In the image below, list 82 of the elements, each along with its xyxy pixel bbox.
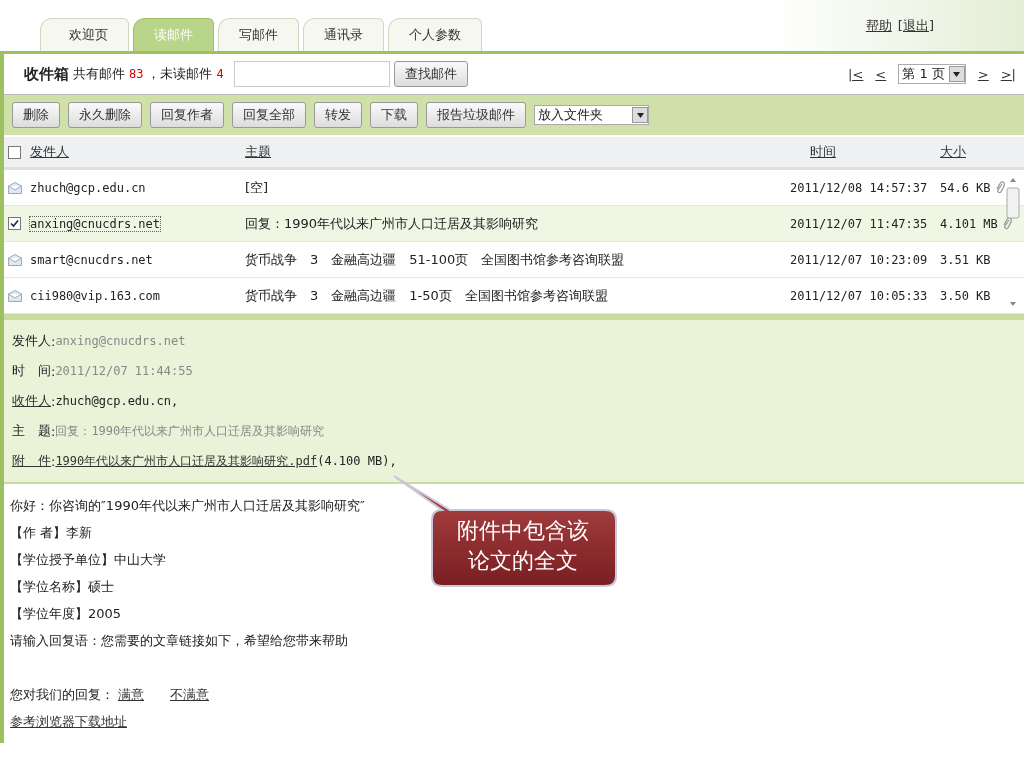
- time-cell-text: 2011/12/07 11:47:35: [790, 216, 929, 231]
- rating-link[interactable]: 满意: [118, 685, 144, 704]
- sender-cell: anxing@cnucdrs.net: [30, 216, 161, 231]
- header-value: 2011/12/07 11:44:55: [55, 364, 193, 378]
- caret-icon: [636, 112, 644, 118]
- message-line: 【作 者】李新: [10, 523, 93, 542]
- message-line: 【学位年度】2005: [10, 604, 122, 623]
- message-line: 请输入回复语：您需要的文章链接如下，希望给您带来帮助: [10, 631, 348, 650]
- header-value: 回复：1990年代以来广州市人口迁居及其影响研究: [55, 422, 325, 440]
- email-row[interactable]: anxing@cnucdrs.net 回复：1990年代以来广州市人口迁居及其影响研究 2011/12/07 11:47:35 4.101 MB: [4, 206, 1024, 242]
- page-select[interactable]: 第 1 页: [898, 64, 966, 84]
- first-page-link[interactable]: |<: [848, 66, 864, 82]
- help-link[interactable]: 帮助: [865, 16, 892, 35]
- label-separator: :: [51, 333, 56, 349]
- header-label: 时 间: [12, 362, 51, 380]
- header-label[interactable]: 附 件: [12, 452, 51, 470]
- unread-count: 4: [216, 67, 224, 81]
- search-field[interactable]: [233, 61, 390, 87]
- time-cell-text: 2011/12/07 10:05:33: [790, 288, 929, 303]
- toolbar-button[interactable]: 回复全部: [232, 102, 306, 128]
- envelope-icon: [8, 289, 22, 302]
- toolbar-button[interactable]: 转发: [314, 102, 362, 128]
- header-label[interactable]: 收件人: [12, 392, 51, 410]
- nav-tab[interactable]: 欢迎页: [40, 18, 129, 51]
- column-header[interactable]: 时间: [810, 144, 836, 159]
- sender-cell: smart@cnucdrs.net: [30, 252, 153, 267]
- select-all-checkbox[interactable]: [8, 145, 21, 159]
- size-cell: 4.101 MB: [940, 216, 998, 231]
- unread-label: ，未读邮件: [147, 65, 213, 83]
- next-page-link[interactable]: >: [977, 66, 989, 82]
- label-separator: :: [51, 363, 56, 379]
- message-line: 你好：你咨询的″1990年代以来广州市人口迁居及其影响研究″: [10, 496, 365, 515]
- size-cell: 3.51 KB: [940, 252, 991, 267]
- rating-link[interactable]: 不满意: [170, 685, 209, 704]
- sender-cell: zhuch@gcp.edu.cn: [30, 180, 146, 195]
- label-separator: :: [51, 453, 56, 469]
- email-row[interactable]: smart@cnucdrs.net 货币战争 3 金融高边疆 51-100页 全国图书馆参考咨询联盟 2011/12/07 10:23:09 3.51 KB: [4, 242, 1024, 278]
- search-button[interactable]: 查找邮件: [393, 61, 468, 87]
- sender-cell: cii980@vip.163.com: [30, 288, 161, 303]
- subject-cell-text: [空]: [245, 178, 270, 197]
- toolbar-button[interactable]: 删除: [12, 102, 60, 128]
- nav-tab[interactable]: 写邮件: [218, 18, 299, 51]
- subject-cell-text: 货币战争 3 金融高边疆 1-50页 全国图书馆参考咨询联盟: [245, 286, 609, 305]
- caret-icon: [953, 71, 961, 77]
- envelope-icon: [8, 181, 22, 194]
- toolbar-button[interactable]: 下载: [370, 102, 418, 128]
- subject-cell-text: 回复：1990年代以来广州市人口迁居及其影响研究: [245, 214, 540, 233]
- logout-link[interactable]: [退出]: [897, 16, 934, 35]
- message-line: 【学位授予单位】中山大学: [10, 550, 166, 569]
- label-separator: :: [51, 423, 56, 439]
- attachment-link[interactable]: 1990年代以来广州市人口迁居及其影响研究.pdf: [55, 452, 318, 470]
- header-label: 发件人: [12, 332, 51, 350]
- toolbar-button[interactable]: 永久删除: [68, 102, 142, 128]
- column-header[interactable]: 主题: [245, 144, 271, 159]
- header-value: anxing@cnucdrs.net: [55, 334, 186, 348]
- header-value: zhuch@gcp.edu.cn,: [55, 394, 179, 408]
- total-count: 83: [129, 67, 144, 81]
- previous-page-link[interactable]: <: [875, 66, 887, 82]
- total-label: 共有邮件: [73, 65, 125, 83]
- row-checkbox[interactable]: [8, 217, 21, 230]
- callout-text: 附件中包含该 论文的全文: [456, 517, 590, 575]
- column-header[interactable]: 大小: [940, 144, 966, 159]
- subject-cell-text: 货币战争 3 金融高边疆 51-100页 全国图书馆参考咨询联盟: [245, 250, 626, 269]
- column-header[interactable]: 发件人: [30, 144, 69, 159]
- time-cell-text: 2011/12/07 10:23:09: [790, 252, 929, 267]
- rating-label: 您对我们的回复：: [10, 685, 114, 704]
- download-link[interactable]: 参考浏览器下载地址: [10, 712, 127, 731]
- nav-tab[interactable]: 个人参数: [388, 18, 482, 51]
- size-cell: 54.6 KB: [940, 180, 991, 195]
- toolbar-button[interactable]: 报告垃圾邮件: [426, 102, 526, 128]
- toolbar-button[interactable]: 回复作者: [150, 102, 224, 128]
- nav-tab[interactable]: 通讯录: [303, 18, 384, 51]
- header-label: 主 题: [12, 422, 51, 440]
- folder-select[interactable]: 放入文件夹: [534, 105, 649, 125]
- header-value: (4.100 MB),: [317, 454, 397, 468]
- folder-title: 收件箱: [24, 64, 69, 84]
- message-line: 【学位名称】硕士: [10, 577, 114, 596]
- time-cell-text: 2011/12/08 14:57:37: [790, 180, 929, 195]
- envelope-icon: [8, 253, 22, 266]
- last-page-link[interactable]: >|: [1000, 66, 1016, 82]
- size-cell: 3.50 KB: [940, 288, 991, 303]
- label-separator: :: [51, 393, 56, 409]
